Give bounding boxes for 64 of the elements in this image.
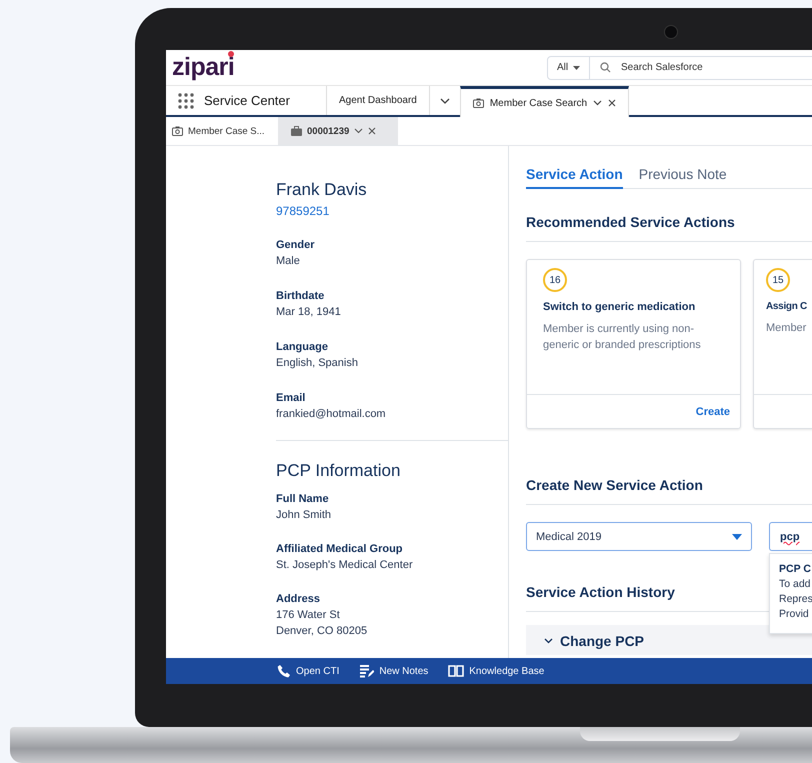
member-id-link[interactable]: 97859251 [276, 204, 508, 218]
subtab[interactable]: 00001239 [278, 117, 398, 145]
field-value: John Smith [276, 508, 332, 523]
score-badge: 15 [766, 268, 790, 292]
detail-tab[interactable]: Service Action [526, 166, 623, 189]
search-scope-dropdown[interactable]: All [547, 56, 590, 80]
dropdown-arrow-icon [732, 534, 742, 540]
nav-tab[interactable]: Agent Dashboard [326, 86, 429, 115]
phone-icon [277, 664, 291, 678]
suggestion-text: Provid [779, 607, 810, 622]
camera-icon [172, 126, 183, 136]
section-heading: Recommended Service Actions [526, 214, 735, 230]
nav-tab[interactable]: Member Case Search [460, 86, 630, 117]
field-label: Language [276, 340, 329, 355]
suggestion-menu[interactable]: PCP C To add Repres Provid [769, 553, 812, 634]
search-icon [600, 62, 611, 72]
field-label: Birthdate [276, 289, 326, 304]
utility-item[interactable]: Knowledge Base [448, 665, 544, 677]
search-field[interactable]: Search Salesforce [590, 56, 812, 80]
suggestion-text: To add [779, 577, 812, 592]
close-icon[interactable] [608, 99, 616, 107]
card-title: Switch to generic medication [543, 301, 696, 313]
field-value: 176 Water St Denver, CO 80205 [276, 608, 368, 639]
field-value: English, Spanish [276, 356, 359, 371]
create-link[interactable]: Create [696, 406, 730, 418]
field-label: Email [276, 391, 306, 406]
field-value: Male [276, 254, 301, 269]
field-value: St. Joseph's Medical Center [276, 558, 414, 573]
chevron-down-icon[interactable] [354, 128, 364, 134]
briefcase-icon [291, 126, 302, 136]
section-heading: Create New Service Action [526, 477, 703, 493]
chevron-down-icon[interactable] [593, 100, 602, 106]
camera-dot [664, 25, 678, 39]
score-badge: 16 [543, 268, 567, 292]
plan-select[interactable]: Medical 2019 [526, 522, 752, 551]
suggestion-title: PCP C [779, 562, 812, 577]
notes-icon [359, 664, 374, 678]
history-accordion[interactable]: Change PCP [526, 625, 812, 655]
subtab[interactable]: Member Case S... [166, 117, 278, 145]
chevron-down-icon [440, 98, 450, 104]
app-name: Service Center [204, 93, 291, 108]
utility-item[interactable]: New Notes [359, 664, 428, 678]
utility-item[interactable]: Open CTI [277, 664, 340, 678]
app-launcher-icon[interactable] [178, 92, 194, 108]
close-icon[interactable] [368, 127, 376, 135]
field-value: Mar 18, 1941 [276, 305, 342, 320]
field-label: Gender [276, 238, 316, 253]
action-search-field[interactable]: pcp [769, 522, 812, 551]
field-value: frankied@hotmail.com [276, 407, 387, 422]
card-description: Member [766, 321, 808, 336]
card-description: Member is currently using non-generic or branded prescriptions [543, 322, 702, 353]
field-label: Address [276, 592, 322, 607]
detail-tab[interactable]: Previous Note [638, 166, 727, 188]
card-title: Assign C [766, 301, 808, 312]
field-label: Full Name [276, 492, 330, 507]
camera-icon [472, 98, 484, 108]
member-name: Frank Davis [276, 180, 368, 200]
book-icon [448, 665, 464, 677]
chevron-icon [544, 638, 553, 644]
caret-down-icon [573, 66, 580, 70]
section-title: PCP Information [276, 461, 402, 481]
section-heading: Service Action History [526, 584, 675, 600]
field-label: Affiliated Medical Group [276, 542, 404, 557]
suggestion-text: Repres [779, 592, 812, 607]
